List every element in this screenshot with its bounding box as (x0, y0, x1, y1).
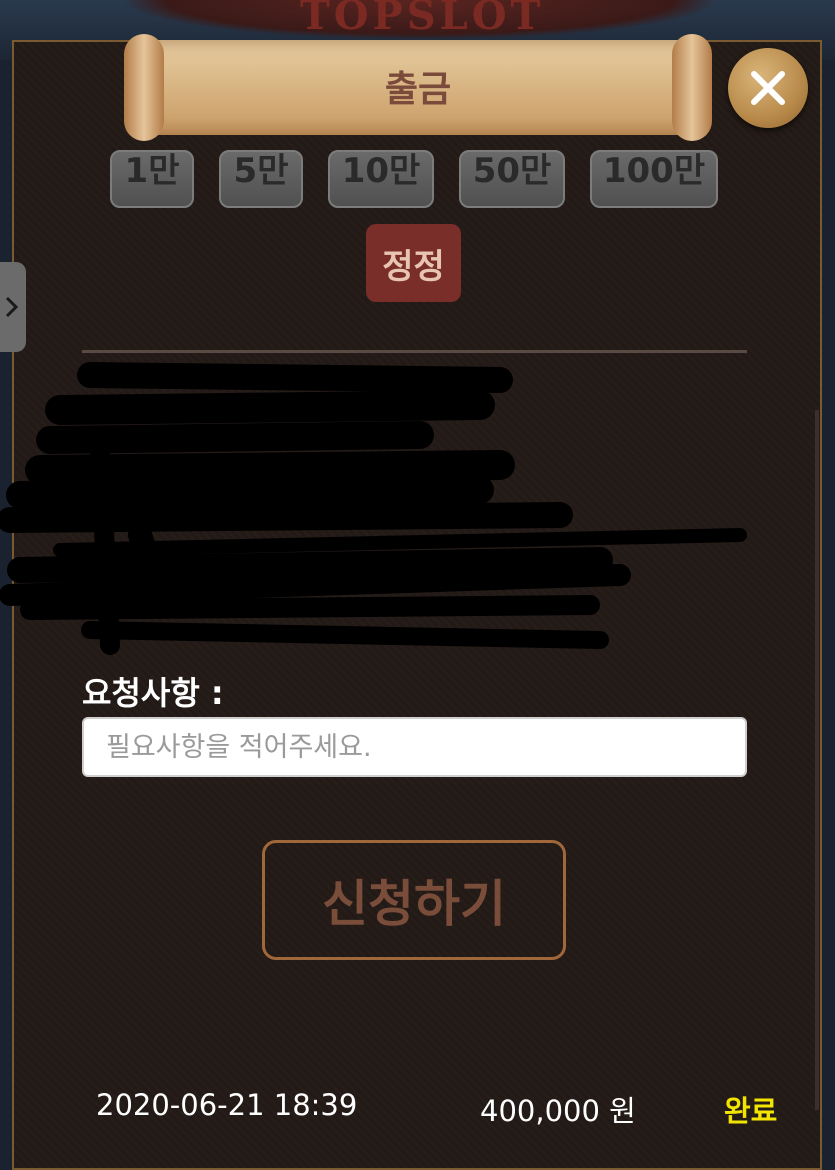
section-divider (82, 350, 747, 353)
side-drawer-toggle[interactable] (0, 262, 26, 352)
close-icon (751, 71, 785, 105)
amount-button-1man[interactable]: 1만 (110, 150, 194, 208)
history-amount: 400,000 원 (480, 1094, 636, 1128)
panel-scrollbar[interactable] (815, 410, 819, 1110)
redacted-scribble (0, 362, 747, 655)
amount-button-50man[interactable]: 50만 (459, 150, 565, 208)
page-title: 출금 (384, 69, 452, 110)
amount-button-5man[interactable]: 5만 (219, 150, 303, 208)
request-input[interactable] (82, 717, 747, 777)
amount-button-100man[interactable]: 100만 (590, 150, 718, 208)
amount-button-10man[interactable]: 10만 (328, 150, 434, 208)
submit-button[interactable]: 신청하기 (262, 840, 566, 960)
reset-button[interactable]: 정정 (366, 224, 461, 302)
chevron-right-icon (5, 296, 19, 318)
amount-button-row: 1만 5만 10만 50만 100만 (0, 150, 835, 210)
request-label: 요청사항 : (82, 674, 224, 712)
history-date: 2020-06-21 18:39 (96, 1088, 358, 1122)
history-row: 2020-06-21 18:39 400,000 원 완료 (0, 1088, 835, 1128)
close-button[interactable] (728, 48, 808, 128)
site-logo: TOPSLOT (300, 0, 545, 39)
history-status: 완료 (724, 1094, 778, 1128)
title-banner: 출금 (124, 34, 712, 141)
